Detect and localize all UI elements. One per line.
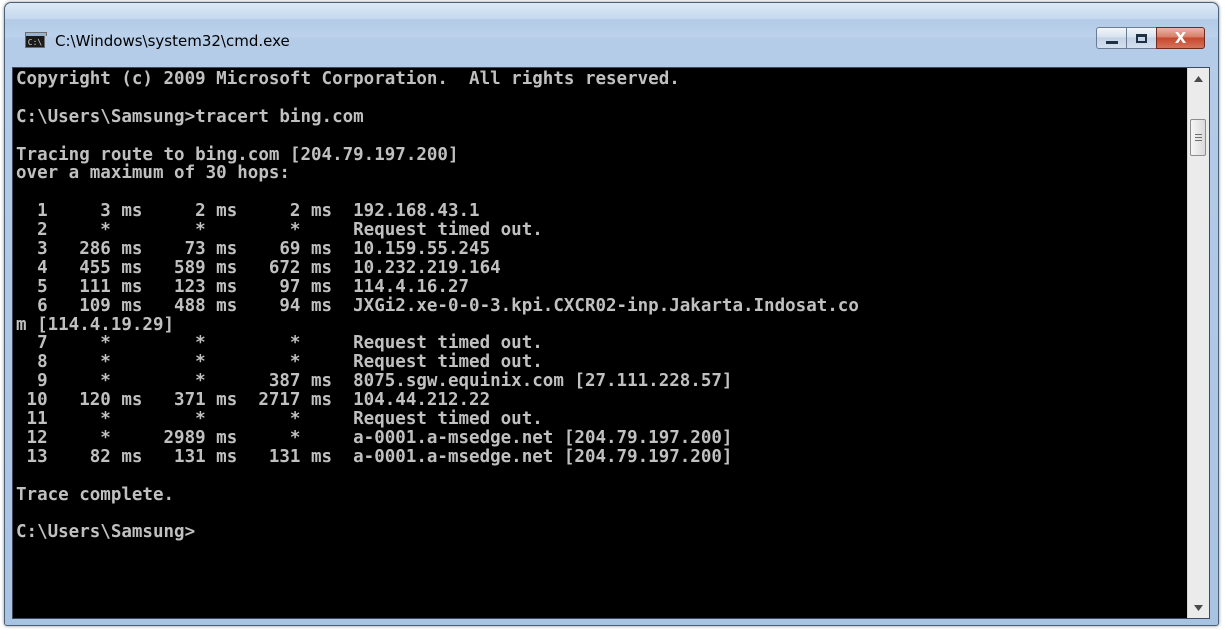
console-area[interactable]: Copyright (c) 2009 Microsoft Corporation…: [12, 67, 1210, 619]
console-line: 7 * * * Request timed out.: [16, 333, 543, 354]
cmd-window: C:\ C:\Windows\system32\cmd.exe X Copyri…: [4, 2, 1219, 626]
console-line: 13 82 ms 131 ms 131 ms a-0001.a-msedge.n…: [16, 446, 733, 467]
console-line: 11 * * * Request timed out.: [16, 409, 543, 430]
window-title: C:\Windows\system32\cmd.exe: [55, 32, 290, 50]
minimize-icon: [1105, 41, 1118, 44]
console-line: Trace complete.: [16, 484, 175, 505]
console-line: 3 286 ms 73 ms 69 ms 10.159.55.245: [16, 239, 491, 260]
console-line: C:\Users\Samsung>: [16, 522, 196, 543]
maximize-button[interactable]: [1126, 27, 1156, 49]
scroll-thumb[interactable]: [1190, 119, 1206, 156]
console-line: 8 * * * Request timed out.: [16, 352, 543, 373]
vertical-scrollbar[interactable]: [1187, 68, 1209, 618]
grip-line: [1194, 140, 1202, 141]
console-line: 6 109 ms 488 ms 94 ms JXGi2.xe-0-0-3.kpi…: [16, 295, 859, 316]
console-line: 5 111 ms 123 ms 97 ms 114.4.16.27: [16, 276, 470, 297]
console-output[interactable]: Copyright (c) 2009 Microsoft Corporation…: [16, 70, 1184, 616]
console-line: over a maximum of 30 hops:: [16, 163, 290, 184]
scroll-up-arrow-icon[interactable]: [1188, 68, 1209, 89]
grip-line: [1194, 134, 1202, 135]
console-line: 2 * * * Request timed out.: [16, 220, 543, 241]
console-app-icon[interactable]: C:\: [25, 32, 47, 48]
console-line: 4 455 ms 589 ms 672 ms 10.232.219.164: [16, 257, 501, 278]
console-line: Copyright (c) 2009 Microsoft Corporation…: [16, 70, 680, 89]
console-line: m [114.4.19.29]: [16, 314, 175, 335]
close-button[interactable]: X: [1156, 27, 1205, 49]
console-line: Tracing route to bing.com [204.79.197.20…: [16, 144, 459, 165]
console-line: 1 3 ms 2 ms 2 ms 192.168.43.1: [16, 201, 480, 222]
caption-buttons: X: [1096, 27, 1205, 49]
scroll-down-arrow-icon[interactable]: [1188, 597, 1209, 618]
console-line: 10 120 ms 371 ms 2717 ms 104.44.212.22: [16, 390, 491, 411]
grip-line: [1194, 137, 1202, 138]
console-line: C:\Users\Samsung>tracert bing.com: [16, 106, 364, 127]
console-line: 9 * * 387 ms 8075.sgw.equinix.com [27.11…: [16, 371, 733, 392]
close-icon: X: [1174, 29, 1187, 47]
console-line: 12 * 2989 ms * a-0001.a-msedge.net [204.…: [16, 427, 733, 448]
maximize-icon: [1136, 33, 1147, 43]
minimize-button[interactable]: [1096, 27, 1126, 49]
